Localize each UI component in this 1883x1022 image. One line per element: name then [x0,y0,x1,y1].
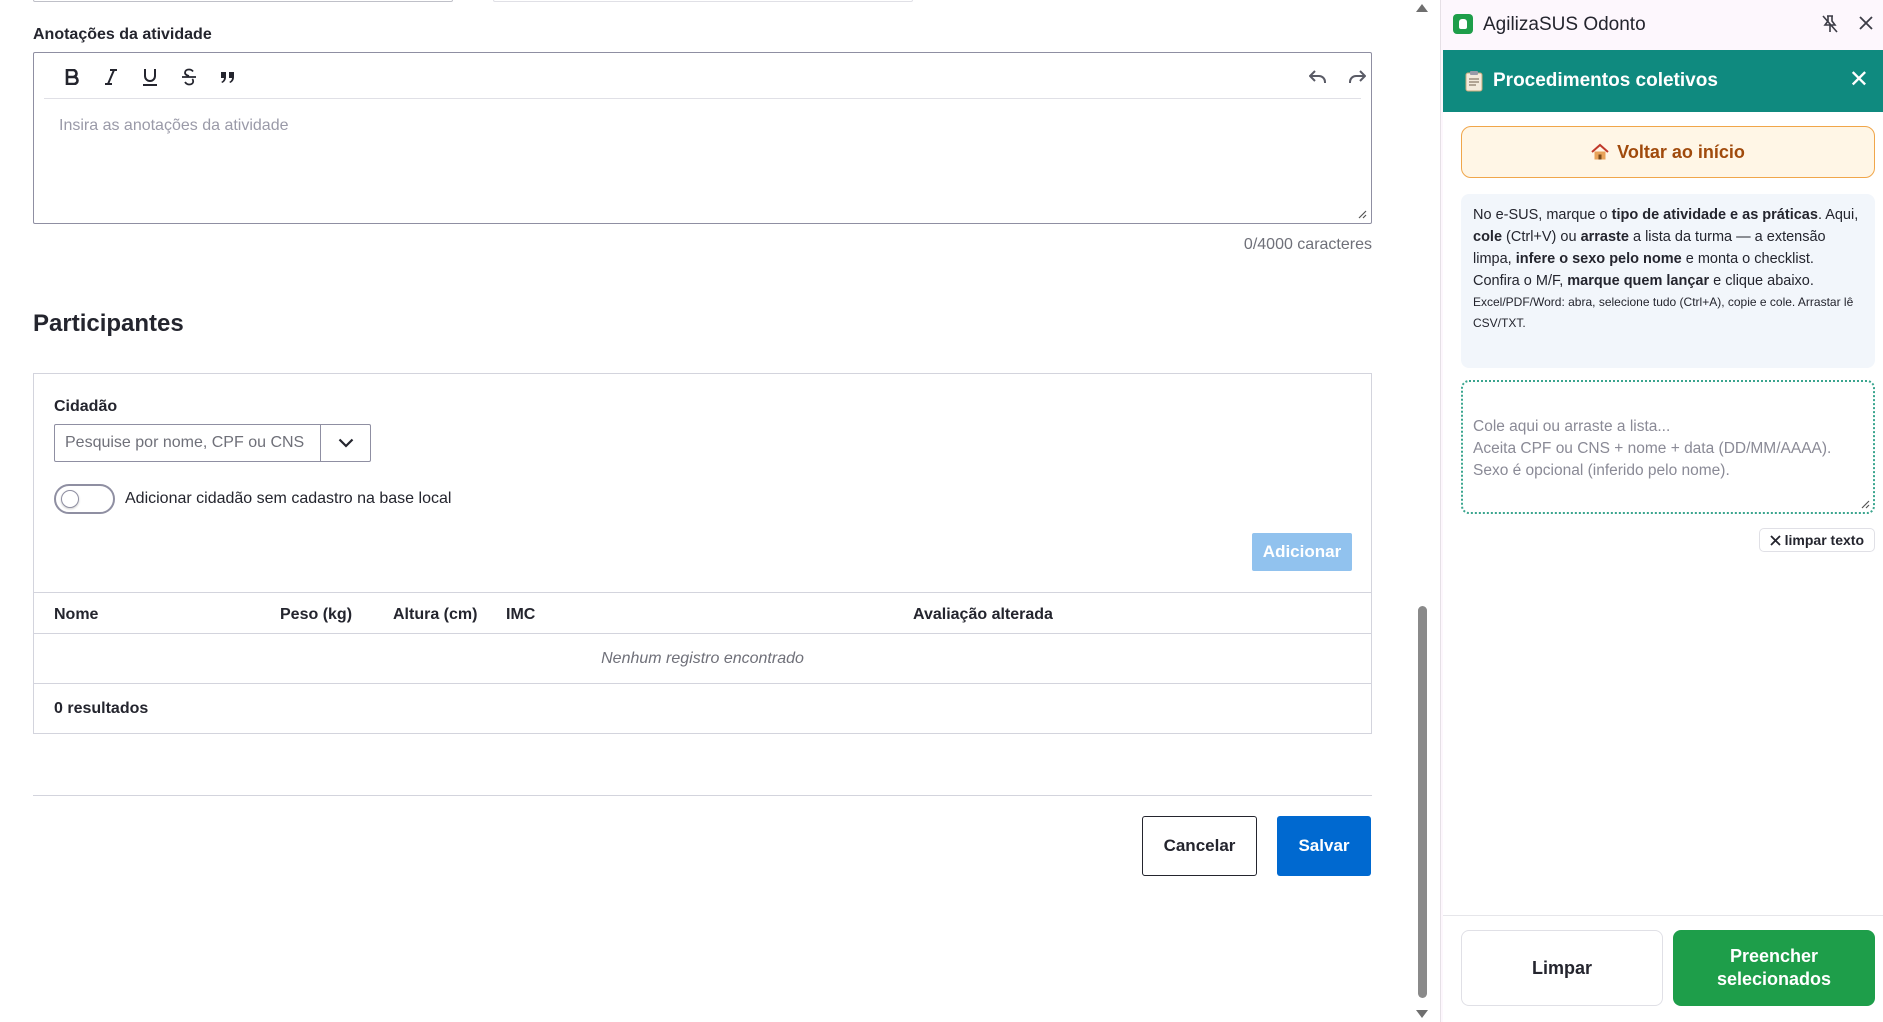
info-text: . Aqui, [1817,207,1859,223]
tooth-logo-icon [1453,14,1473,34]
resize-grip-icon[interactable] [1357,209,1367,219]
scroll-up-arrow-icon[interactable] [1416,4,1428,12]
procedures-header: Procedimentos coletivos ✕ [1443,50,1883,112]
add-citizen-button[interactable]: Adicionar [1252,533,1352,571]
resize-grip-icon[interactable] [1860,499,1870,509]
citizen-search-select[interactable] [54,424,371,462]
citizen-label: Cidadão [54,398,118,415]
scroll-thumb[interactable] [1418,606,1427,998]
column-header-weight: Peso (kg) [280,606,353,623]
close-panel-icon[interactable] [1857,14,1875,32]
close-procedures-icon[interactable]: ✕ [1849,68,1869,92]
clipboard-icon [1465,71,1483,92]
clear-button[interactable]: Limpar [1461,930,1663,1006]
info-bold: arraste [1580,229,1629,245]
undo-icon [1309,70,1326,83]
notes-label: Anotações da atividade [33,26,212,43]
participants-title: Participantes [33,310,184,337]
back-to-home-button[interactable]: Voltar ao início [1461,126,1875,178]
unregistered-citizen-toggle-row: Adicionar cidadão sem cadastro na base l… [54,484,451,514]
empty-table-message: Nenhum registro encontrado [34,634,1371,684]
underline-button[interactable] [136,63,164,91]
info-bold: tipo de atividade e as práticas [1611,207,1818,223]
notes-placeholder[interactable]: Insira as anotações da atividade [59,117,288,135]
quote-icon [221,72,234,83]
previous-field-secondary[interactable] [493,0,913,2]
fill-selected-button[interactable]: Preencher selecionados [1673,930,1875,1006]
undo-button[interactable] [1304,63,1332,91]
toggle-knob [61,490,79,508]
clear-text-label: limpar texto [1784,532,1864,548]
info-text: (Ctrl+V) ou [1502,229,1581,245]
underline-icon [143,69,157,86]
info-text: No e-SUS, marque o [1473,207,1612,223]
house-icon [1591,143,1609,160]
info-bold: marque quem lançar [1567,273,1710,289]
page-scrollbar[interactable] [1410,0,1434,1022]
redo-icon [1349,70,1366,83]
bold-icon [65,69,79,85]
extension-header: AgilizaSUS Odonto [1441,0,1883,50]
save-button[interactable]: Salvar [1277,816,1371,876]
strikethrough-button[interactable] [175,63,203,91]
editor-toolbar [44,53,1366,99]
info-bold: cole [1473,229,1503,245]
main-page: Anotações da atividade Insira as anotaçõ… [0,0,1418,1022]
footer-divider [33,795,1372,796]
extension-footer-divider [1443,915,1883,916]
procedures-title: Procedimentos coletivos [1493,70,1718,91]
unregistered-citizen-toggle[interactable] [54,484,115,514]
strikethrough-icon [182,68,196,86]
italic-icon [105,69,117,85]
citizen-dropdown-button[interactable] [320,425,370,461]
extension-body: Voltar ao início No e-SUS, marque o tipo… [1443,112,1883,1022]
participants-table-header: Nome Peso (kg) Altura (cm) IMC Avaliação… [34,592,1371,634]
back-to-home-label: Voltar ao início [1617,141,1745,162]
close-icon [1770,534,1781,546]
notes-editor[interactable]: Insira as anotações da atividade [33,52,1372,224]
participants-card: Cidadão Adicionar cidadão sem cadastro n… [33,373,1372,734]
paste-list-textarea[interactable]: Cole aqui ou arraste a lista... Aceita C… [1461,380,1875,514]
scroll-down-arrow-icon[interactable] [1416,1010,1428,1018]
instructions-box: No e-SUS, marque o tipo de atividade e a… [1461,194,1875,368]
column-header-height: Altura (cm) [393,606,478,623]
clear-text-button[interactable]: limpar texto [1758,528,1875,552]
unregistered-citizen-label: Adicionar cidadão sem cadastro na base l… [125,490,452,507]
extension-side-panel: AgilizaSUS Odonto Procedimentos coletivo… [1440,0,1883,1022]
info-text: e clique abaixo. [1709,273,1814,289]
citizen-search-input[interactable] [55,425,320,461]
quote-button[interactable] [214,63,242,91]
column-header-bmi: IMC [506,606,536,623]
cancel-button[interactable]: Cancelar [1142,816,1257,876]
bold-button[interactable] [58,63,86,91]
italic-button[interactable] [97,63,125,91]
chevron-down-icon [338,438,353,448]
results-count: 0 resultados [54,700,149,717]
pin-off-icon[interactable] [1821,14,1839,34]
extension-title: AgilizaSUS Odonto [1483,14,1646,35]
column-header-name: Nome [54,606,99,623]
info-small-note: Excel/PDF/Word: abra, selecione tudo (Ct… [1473,295,1854,330]
char-count: 0/4000 caracteres [1243,236,1372,253]
redo-button[interactable] [1343,63,1371,91]
info-bold: infere o sexo pelo nome [1515,251,1682,267]
column-header-altered-evaluation: Avaliação alterada [913,606,1053,623]
paste-placeholder: Cole aqui ou arraste a lista... Aceita C… [1473,418,1832,479]
previous-field[interactable] [33,0,453,2]
